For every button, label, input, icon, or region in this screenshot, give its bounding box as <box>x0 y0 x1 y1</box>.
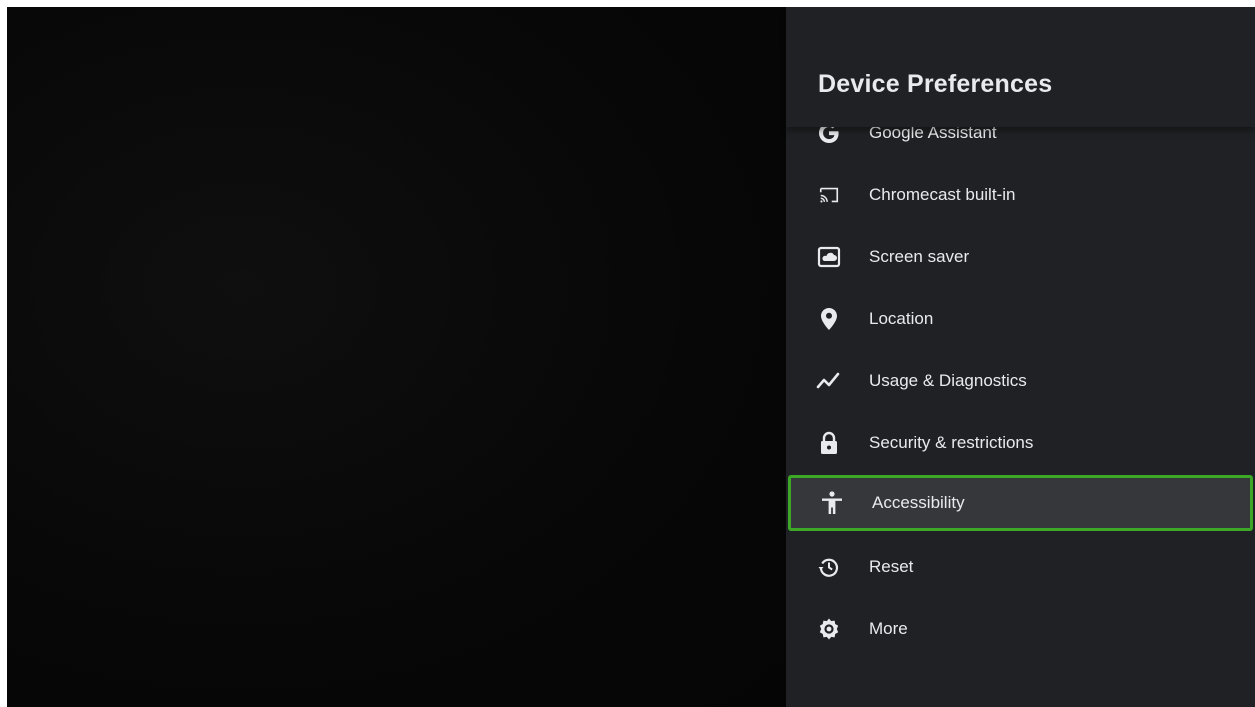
lock-icon <box>816 430 842 456</box>
menu-item-security[interactable]: Security & restrictions <box>786 415 1255 471</box>
menu-item-label: Chromecast built-in <box>869 185 1016 204</box>
tv-screen: Device Preferences Google Assistant Chro… <box>7 7 1255 707</box>
menu-item-chromecast[interactable]: Chromecast built-in <box>786 167 1255 223</box>
panel-header: Device Preferences <box>786 7 1255 127</box>
background-area <box>7 7 786 707</box>
settings-panel: Device Preferences Google Assistant Chro… <box>786 7 1255 707</box>
menu-item-more[interactable]: More <box>786 601 1255 657</box>
menu-item-accessibility[interactable]: Accessibility <box>788 475 1253 531</box>
location-pin-icon <box>816 306 842 332</box>
menu-item-label: Usage & Diagnostics <box>869 371 1027 390</box>
menu-item-usage-diagnostics[interactable]: Usage & Diagnostics <box>786 353 1255 409</box>
menu-item-label: Screen saver <box>869 247 970 266</box>
diagnostics-graph-icon <box>816 368 842 394</box>
menu-item-label: Accessibility <box>872 493 965 512</box>
screen-saver-icon <box>816 244 842 270</box>
page-title: Device Preferences <box>818 70 1053 98</box>
menu-item-label: Reset <box>869 557 914 576</box>
gear-icon <box>816 616 842 642</box>
menu-item-label: Security & restrictions <box>869 433 1034 452</box>
accessibility-icon <box>819 490 845 516</box>
reset-history-icon <box>816 554 842 580</box>
menu-item-label: More <box>869 619 908 638</box>
menu-item-location[interactable]: Location <box>786 291 1255 347</box>
menu-item-reset[interactable]: Reset <box>786 539 1255 595</box>
cast-icon <box>816 182 842 208</box>
menu-item-screen-saver[interactable]: Screen saver <box>786 229 1255 285</box>
menu-item-label: Location <box>869 309 934 328</box>
